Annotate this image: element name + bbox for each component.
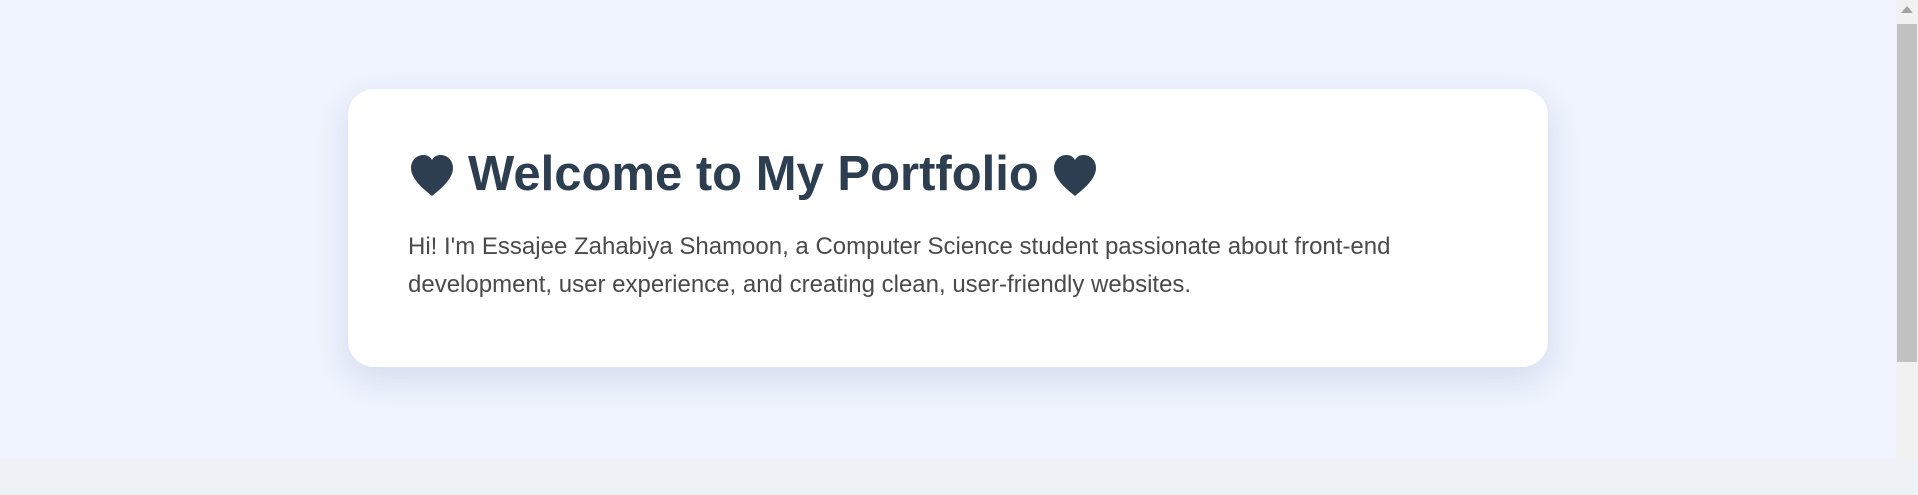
heart-icon [1051,152,1099,198]
welcome-card: Welcome to My Portfolio Hi! I'm Essajee … [348,89,1548,367]
title-text: Welcome to My Portfolio [468,147,1039,201]
scroll-thumb[interactable] [1897,24,1917,362]
vertical-scrollbar[interactable] [1896,0,1918,458]
page-viewport: Welcome to My Portfolio Hi! I'm Essajee … [0,0,1896,458]
scroll-up-arrow-icon[interactable] [1901,6,1913,13]
page-title: Welcome to My Portfolio [408,147,1488,202]
heart-icon [408,152,456,198]
intro-text: Hi! I'm Essajee Zahabiya Shamoon, a Comp… [408,232,1391,298]
